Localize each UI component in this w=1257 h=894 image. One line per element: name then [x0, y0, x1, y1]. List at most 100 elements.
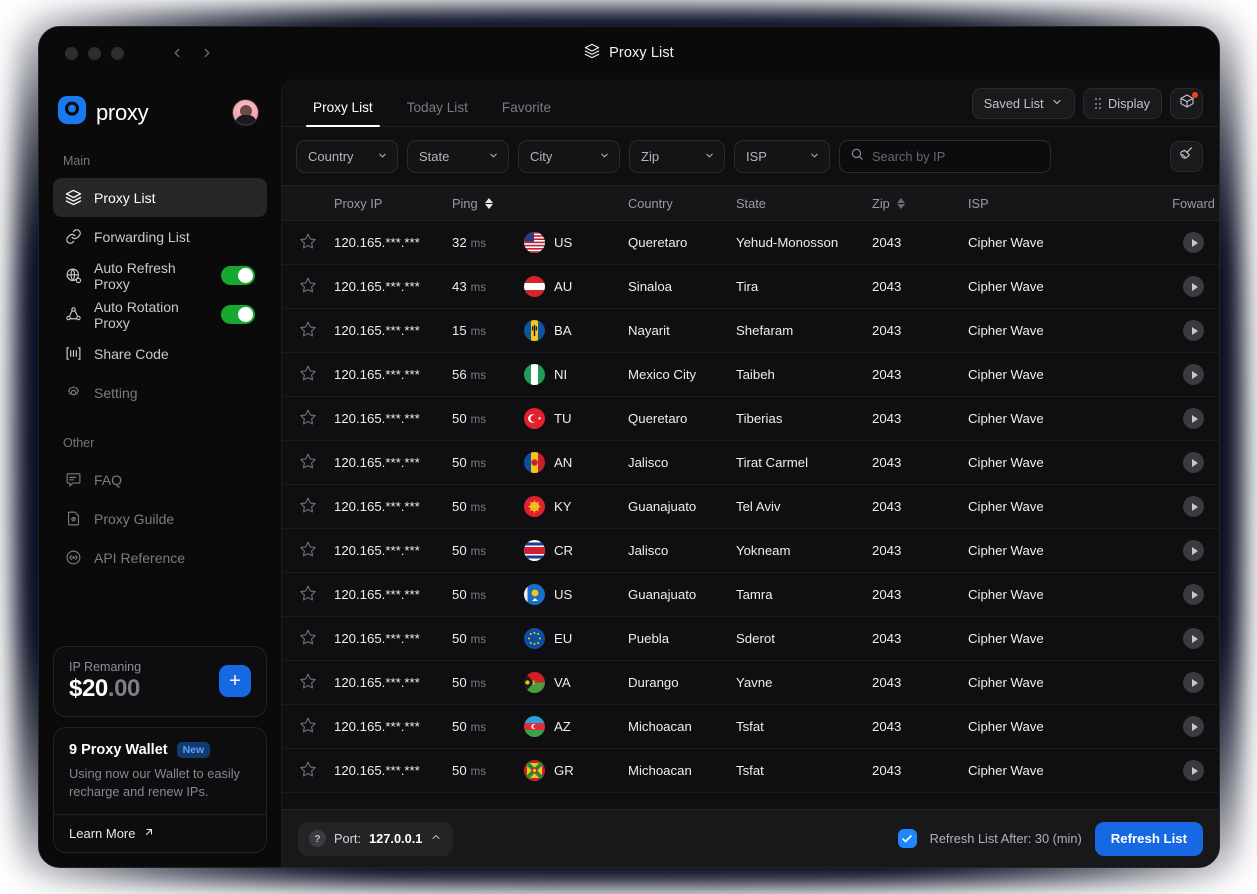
- forward-button[interactable]: [1183, 276, 1204, 297]
- cell-country: Guanajuato: [628, 587, 736, 602]
- maximize-button[interactable]: [111, 47, 124, 60]
- forward-button[interactable]: [1183, 716, 1204, 737]
- auto-refresh-proxy-toggle[interactable]: [221, 266, 255, 285]
- favorite-star-icon[interactable]: [299, 408, 317, 429]
- table-row[interactable]: 120.165.***.***32msUSQueretaroYehud-Mono…: [282, 221, 1219, 265]
- sidebar-item-proxy-guilde[interactable]: Proxy Guilde: [53, 499, 267, 538]
- clear-filters-button[interactable]: [1170, 141, 1203, 172]
- cell-state: Yavne: [736, 675, 872, 690]
- cell-proxy-ip: 120.165.***.***: [334, 499, 452, 514]
- cell-country-flag: CR: [524, 540, 628, 561]
- port-selector[interactable]: ? Port: 127.0.0.1: [298, 822, 453, 856]
- forward-button[interactable]: [1183, 408, 1204, 429]
- header-zip[interactable]: Zip: [872, 196, 968, 211]
- cell-country: Jalisco: [628, 543, 736, 558]
- forward-button[interactable]: [1183, 540, 1204, 561]
- forward-button[interactable]: [1183, 584, 1204, 605]
- isp-select[interactable]: ISP: [734, 140, 830, 173]
- sidebar-item-faq[interactable]: FAQ: [53, 460, 267, 499]
- table-row[interactable]: 120.165.***.***50msUSGuanajuatoTamra2043…: [282, 573, 1219, 617]
- window-controls[interactable]: [39, 47, 124, 60]
- forward-button[interactable]: [1183, 760, 1204, 781]
- favorite-star-icon[interactable]: [299, 716, 317, 737]
- forward-button[interactable]: [1183, 364, 1204, 385]
- add-funds-button[interactable]: +: [219, 665, 251, 697]
- table-row[interactable]: 120.165.***.***15msBANayaritShefaram2043…: [282, 309, 1219, 353]
- chevron-left-icon[interactable]: [170, 46, 184, 60]
- cell-ping: 50ms: [452, 411, 524, 426]
- country-code: TU: [554, 411, 572, 426]
- cell-country: Guanajuato: [628, 499, 736, 514]
- cell-country-flag: AZ: [524, 716, 628, 737]
- sort-icon[interactable]: [897, 198, 905, 209]
- chevron-right-icon[interactable]: [200, 46, 214, 60]
- table-row[interactable]: 120.165.***.***43msAUSinaloaTira2043Ciph…: [282, 265, 1219, 309]
- table-row[interactable]: 120.165.***.***50msTUQueretaroTiberias20…: [282, 397, 1219, 441]
- main-panel: Proxy List Today List Favorite Saved Lis…: [281, 79, 1219, 867]
- avatar[interactable]: [232, 99, 259, 126]
- forward-button[interactable]: [1183, 320, 1204, 341]
- sidebar-item-auto-refresh-proxy[interactable]: Auto Refresh Proxy: [53, 256, 267, 295]
- tab-today-list[interactable]: Today List: [390, 100, 485, 126]
- country-code: EU: [554, 631, 572, 646]
- favorite-star-icon[interactable]: [299, 364, 317, 385]
- table-row[interactable]: 120.165.***.***50msKYGuanajuatoTel Aviv2…: [282, 485, 1219, 529]
- header-ping[interactable]: Ping: [452, 196, 524, 211]
- tab-proxy-list[interactable]: Proxy List: [296, 100, 390, 126]
- cell-state: Yehud-Monosson: [736, 235, 872, 250]
- sidebar-item-api-reference[interactable]: API Reference: [53, 538, 267, 577]
- help-icon[interactable]: ?: [309, 830, 326, 847]
- sidebar-item-proxy-list[interactable]: Proxy List: [53, 178, 267, 217]
- table-row[interactable]: 120.165.***.***50msAZMichoacanTsfat2043C…: [282, 705, 1219, 749]
- favorite-star-icon[interactable]: [299, 540, 317, 561]
- country-select[interactable]: Country: [296, 140, 398, 173]
- refresh-checkbox[interactable]: [898, 829, 917, 848]
- forward-button[interactable]: [1183, 672, 1204, 693]
- navigation-arrows[interactable]: [170, 46, 214, 60]
- minimize-button[interactable]: [88, 47, 101, 60]
- tab-favorite[interactable]: Favorite: [485, 100, 568, 126]
- display-button[interactable]: Display: [1083, 88, 1162, 119]
- favorite-star-icon[interactable]: [299, 320, 317, 341]
- forward-button[interactable]: [1183, 496, 1204, 517]
- zip-select[interactable]: Zip: [629, 140, 725, 173]
- favorite-star-icon[interactable]: [299, 672, 317, 693]
- cell-country: Sinaloa: [628, 279, 736, 294]
- learn-more-link[interactable]: Learn More: [54, 814, 266, 852]
- table-row[interactable]: 120.165.***.***56msNIMexico CityTaibeh20…: [282, 353, 1219, 397]
- refresh-list-button[interactable]: Refresh List: [1095, 822, 1203, 856]
- favorite-star-icon[interactable]: [299, 760, 317, 781]
- city-select[interactable]: City: [518, 140, 620, 173]
- table-row[interactable]: 120.165.***.***50msANJaliscoTirat Carmel…: [282, 441, 1219, 485]
- search-input[interactable]: [872, 149, 1040, 164]
- saved-list-button[interactable]: Saved List: [972, 88, 1075, 119]
- sidebar-item-setting[interactable]: Setting: [53, 373, 267, 412]
- table-row[interactable]: 120.165.***.***50msGRMichoacanTsfat2043C…: [282, 749, 1219, 793]
- saved-list-label: Saved List: [984, 96, 1044, 111]
- favorite-star-icon[interactable]: [299, 232, 317, 253]
- close-button[interactable]: [65, 47, 78, 60]
- auto-rotation-proxy-toggle[interactable]: [221, 305, 255, 324]
- forward-button[interactable]: [1183, 628, 1204, 649]
- header-isp: ISP: [968, 196, 1168, 211]
- table-row[interactable]: 120.165.***.***50msVADurangoYavne2043Cip…: [282, 661, 1219, 705]
- sort-icon[interactable]: [485, 198, 493, 209]
- search-box[interactable]: [839, 140, 1051, 173]
- chevron-down-icon: [809, 149, 820, 164]
- table-row[interactable]: 120.165.***.***50msEUPueblaSderot2043Cip…: [282, 617, 1219, 661]
- sidebar-item-forwarding-list[interactable]: Forwarding List: [53, 217, 267, 256]
- sidebar-item-auto-rotation-proxy[interactable]: Auto Rotation Proxy: [53, 295, 267, 334]
- window-title: Proxy List: [609, 45, 674, 61]
- favorite-star-icon[interactable]: [299, 452, 317, 473]
- table-row[interactable]: 120.165.***.***50msCRJaliscoYokneam2043C…: [282, 529, 1219, 573]
- sidebar-item-share-code[interactable]: Share Code: [53, 334, 267, 373]
- state-select[interactable]: State: [407, 140, 509, 173]
- forward-button[interactable]: [1183, 232, 1204, 253]
- favorite-star-icon[interactable]: [299, 496, 317, 517]
- favorite-star-icon[interactable]: [299, 276, 317, 297]
- box-button[interactable]: [1170, 88, 1203, 119]
- favorite-star-icon[interactable]: [299, 628, 317, 649]
- favorite-star-icon[interactable]: [299, 584, 317, 605]
- arrow-up-right-icon: [143, 826, 155, 841]
- forward-button[interactable]: [1183, 452, 1204, 473]
